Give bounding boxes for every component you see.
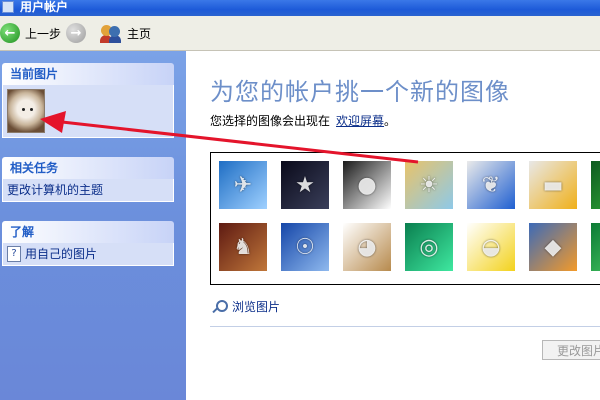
- red-annotation-arrow: [40, 111, 419, 164]
